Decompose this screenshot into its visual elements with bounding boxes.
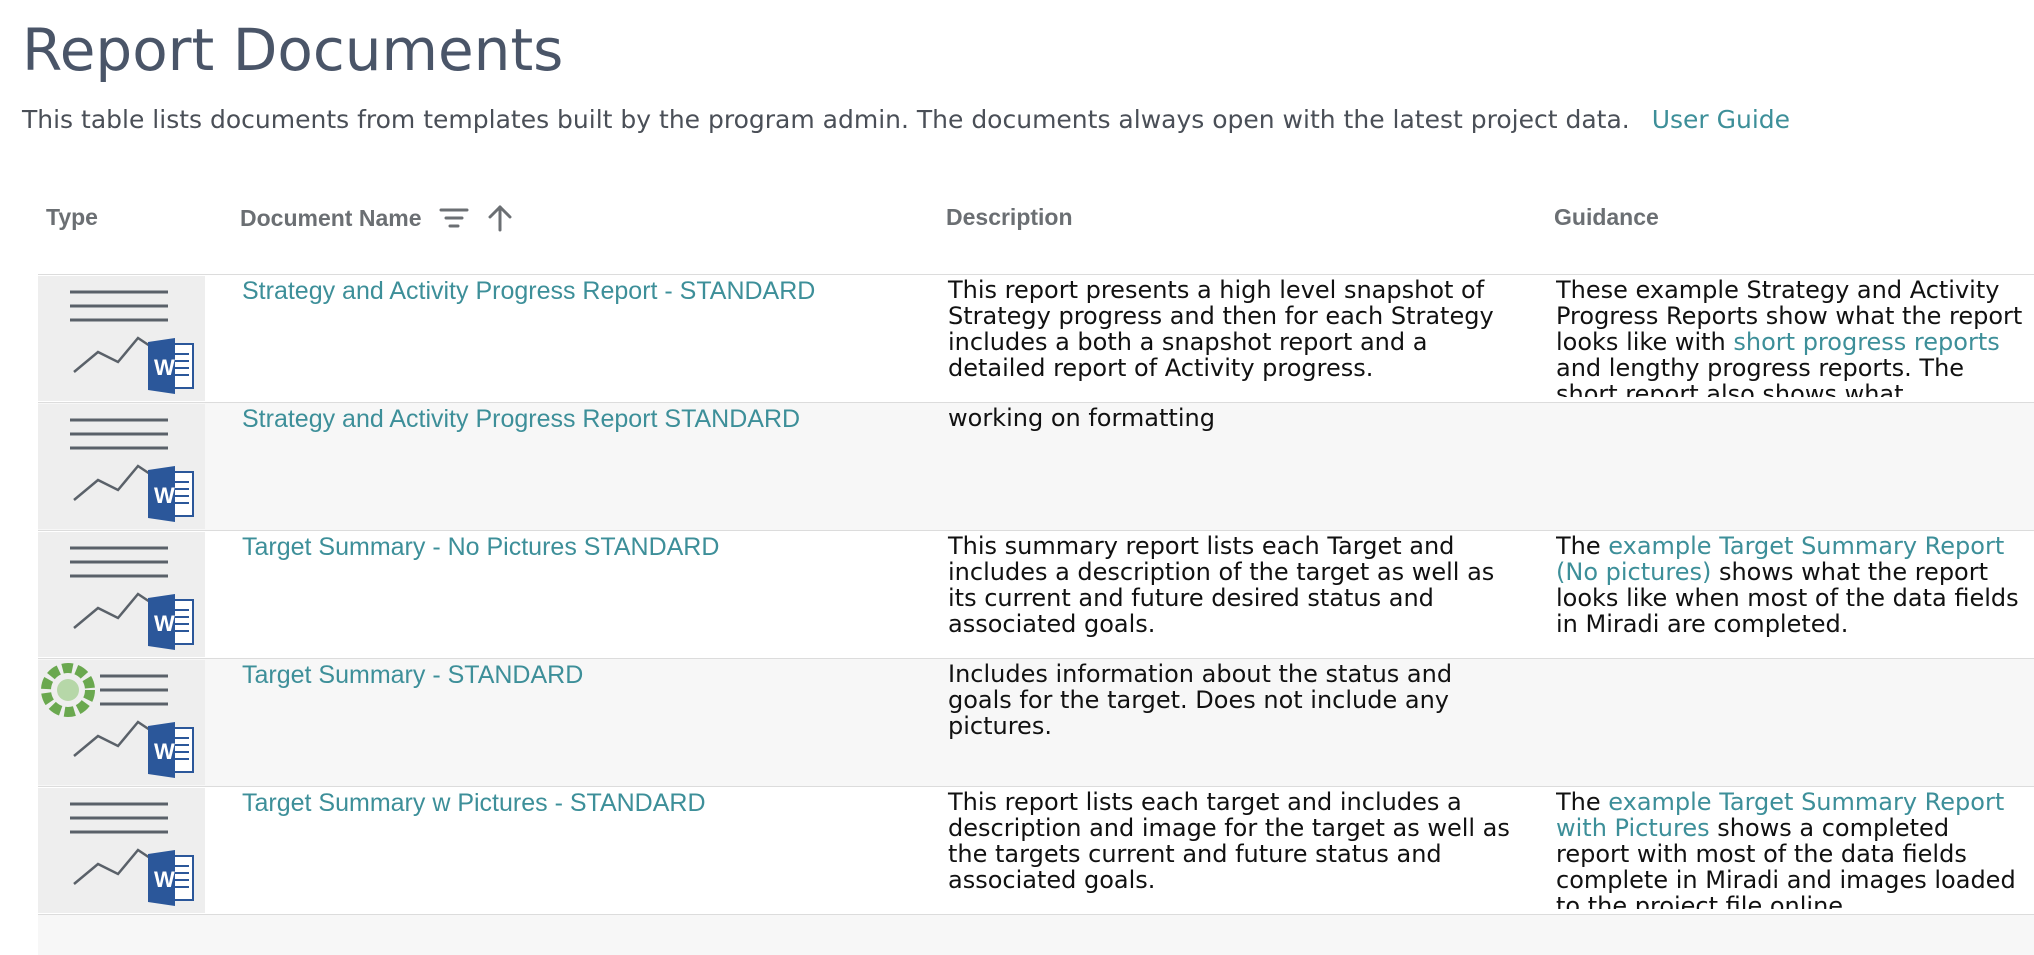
guidance-text: and lengthy progress reports. The short … [1556,354,1965,397]
table-row: W Strategy and Activity Progress Report … [38,402,2034,530]
svg-text:W: W [154,611,175,636]
intro-text: This table lists documents from template… [22,105,1630,134]
document-guidance: These example Strategy and Activity Prog… [1556,277,2026,397]
filter-icon[interactable] [439,206,469,230]
table-row: W Target Summary - STANDARD Includes inf… [38,658,2034,786]
table-row: W Target Summary - No Pictures STANDARD … [38,530,2034,658]
svg-text:W: W [154,483,175,508]
column-header-guidance: Guidance [1554,204,1659,230]
document-description: Includes information about the status an… [948,660,1453,740]
guidance-text: The [1556,789,1609,816]
word-report-icon: W [38,276,205,401]
column-header-document-name-label: Document Name [240,204,422,231]
intro-text-block: This table lists documents from template… [22,105,1790,134]
table-row-partial [38,914,2034,955]
table-row: W Target Summary w Pictures - STANDARD T… [38,786,2034,914]
document-name-link[interactable]: Target Summary w Pictures - STANDARD [242,789,706,818]
column-header-description: Description [946,204,1073,230]
table-row: W Strategy and Activity Progress Report … [38,274,2034,402]
document-description: This report lists each target and includ… [948,788,1510,894]
page-title: Report Documents [22,16,564,84]
svg-text:W: W [154,867,175,892]
document-name-link[interactable]: Target Summary - STANDARD [242,661,583,690]
column-header-document-name[interactable]: Document Name [240,204,513,232]
document-description: This summary report lists each Target an… [948,532,1495,638]
guidance-link[interactable]: short progress reports [1733,328,1999,356]
target-word-report-icon: W [38,660,205,785]
word-report-icon: W [38,788,205,913]
document-description: This report presents a high level snapsh… [948,276,1494,382]
sort-ascending-icon[interactable] [487,204,513,232]
svg-text:W: W [154,739,175,764]
column-header-type: Type [46,204,98,230]
document-name-link[interactable]: Strategy and Activity Progress Report - … [242,277,815,306]
document-description: working on formatting [948,404,1215,432]
document-name-link[interactable]: Strategy and Activity Progress Report ST… [242,405,800,434]
user-guide-link[interactable]: User Guide [1652,105,1790,134]
word-report-icon: W [38,532,205,657]
word-report-icon: W [38,404,205,529]
document-guidance: The example Target Summary Report (No pi… [1556,533,2026,637]
report-documents-table: W Strategy and Activity Progress Report … [38,274,2034,955]
guidance-text: The [1556,533,1609,560]
document-guidance: The example Target Summary Report with P… [1556,789,2026,909]
document-name-link[interactable]: Target Summary - No Pictures STANDARD [242,533,719,562]
svg-text:W: W [154,355,175,380]
